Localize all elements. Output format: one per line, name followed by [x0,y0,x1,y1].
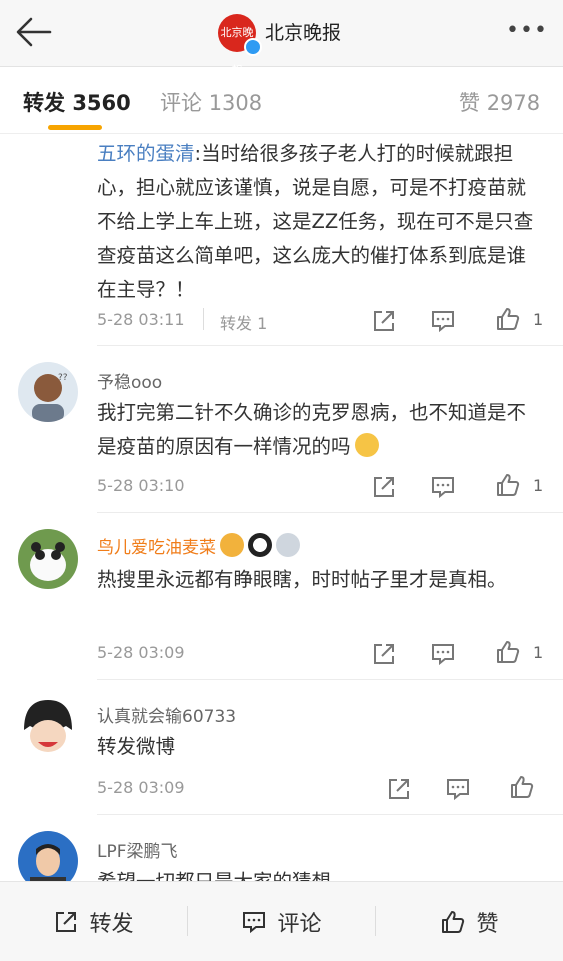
repost-count[interactable]: 转发 1 [220,310,267,334]
like-count: 1 [533,310,544,329]
more-options-icon[interactable]: ••• [506,18,548,43]
like-icon [442,910,465,933]
bottom-action-bar: 转发 评论 赞 [0,881,563,961]
username-text: 鸟儿爱吃油麦菜 [97,538,216,558]
username[interactable]: 鸟儿爱吃油麦菜 [97,533,300,558]
tab-comments-label: 评论 [160,91,202,115]
username[interactable]: 认真就会输60733 [97,702,236,727]
back-arrow-icon[interactable] [14,14,54,50]
tab-comments-count: 1308 [208,91,263,115]
timestamp: 5-28 03:09 [97,778,185,797]
share-icon[interactable] [371,474,397,500]
share-icon[interactable] [371,308,397,334]
comment-text: 热搜里永远都有睁眼瞎，时时帖子里才是真相。 [97,568,507,591]
comment-body: :当时给很多孩子老人打的时候就跟担心，担心就应该谨慎，说是自愿，可是不打疫苗就不… [97,142,534,301]
like-button[interactable]: 赞 [376,882,563,961]
tab-likes-count: 2978 [486,91,541,115]
like-count: 1 [533,643,544,662]
comment-icon[interactable] [445,776,471,802]
tab-repost[interactable]: 转发 3560 [23,87,131,117]
comment-text: 转发微博 [97,735,176,758]
divider [97,345,563,346]
top-bar: 北京晚報 北京晚报 ••• [0,0,563,77]
divider [203,308,204,330]
like-button-label: 赞 [476,911,499,937]
timestamp: 5-28 03:11 [97,310,185,329]
comment-icon[interactable] [430,641,456,667]
comment-icon [243,911,266,933]
verified-badge-icon [244,38,262,56]
repost-list[interactable]: 五环的蛋清:当时给很多孩子老人打的时候就跟担心，担心就应该谨慎，说是自愿，可是不… [0,134,563,881]
tab-repost-label: 转发 [23,91,65,115]
tab-likes-label: 赞 [459,91,480,115]
avatar[interactable]: ?? [18,362,78,422]
crying-emoji-icon [354,433,379,457]
username[interactable]: 予稳ooo [97,368,162,393]
comment-icon[interactable] [430,308,456,334]
like-icon[interactable] [495,639,521,665]
repost-button[interactable]: 转发 [0,882,187,961]
timestamp: 5-28 03:10 [97,476,185,495]
avatar[interactable] [18,696,78,756]
like-icon[interactable] [509,774,535,800]
comment-button-label: 评论 [277,911,322,937]
active-tab-indicator [48,125,102,130]
share-icon[interactable] [386,776,412,802]
comment-text: 五环的蛋清:当时给很多孩子老人打的时候就跟担心，担心就应该谨慎，说是自愿，可是不… [97,137,542,307]
divider [97,814,563,815]
avatar[interactable] [18,831,78,881]
comment-text: 希望一切都只是大家的猜想 [97,865,542,881]
share-icon [56,911,77,932]
crown-badge-icon [220,533,244,557]
repost-button-label: 转发 [89,911,134,937]
comment-text: 我打完第二针不久确诊的克罗恩病，也不知道是不是疫苗的原因有一样情况的吗 [97,396,542,464]
share-icon[interactable] [371,641,397,667]
panda-badge-icon [248,533,272,557]
divider [97,679,563,680]
tab-comments[interactable]: 评论 1308 [160,87,262,117]
page-title[interactable]: 北京晚报 [265,18,341,45]
like-icon[interactable] [495,472,521,498]
divider [97,512,563,513]
svg-text:??: ?? [58,373,68,383]
avatar[interactable] [18,529,78,589]
comment-body: 我打完第二针不久确诊的克罗恩病，也不知道是不是疫苗的原因有一样情况的吗 [97,401,527,458]
comment-button[interactable]: 评论 [188,882,375,961]
tab-repost-count: 3560 [72,91,131,115]
tab-bar: 转发 3560 评论 1308 赞 2978 [0,67,563,134]
medal-badge-icon [276,533,300,557]
timestamp: 5-28 03:09 [97,643,185,662]
username[interactable]: LPF梁鹏飞 [97,837,178,862]
like-count: 1 [533,476,544,495]
like-icon[interactable] [495,306,521,332]
tab-likes[interactable]: 赞 2978 [459,87,540,117]
comment-icon[interactable] [430,474,456,500]
username-link[interactable]: 五环的蛋清 [97,142,195,165]
